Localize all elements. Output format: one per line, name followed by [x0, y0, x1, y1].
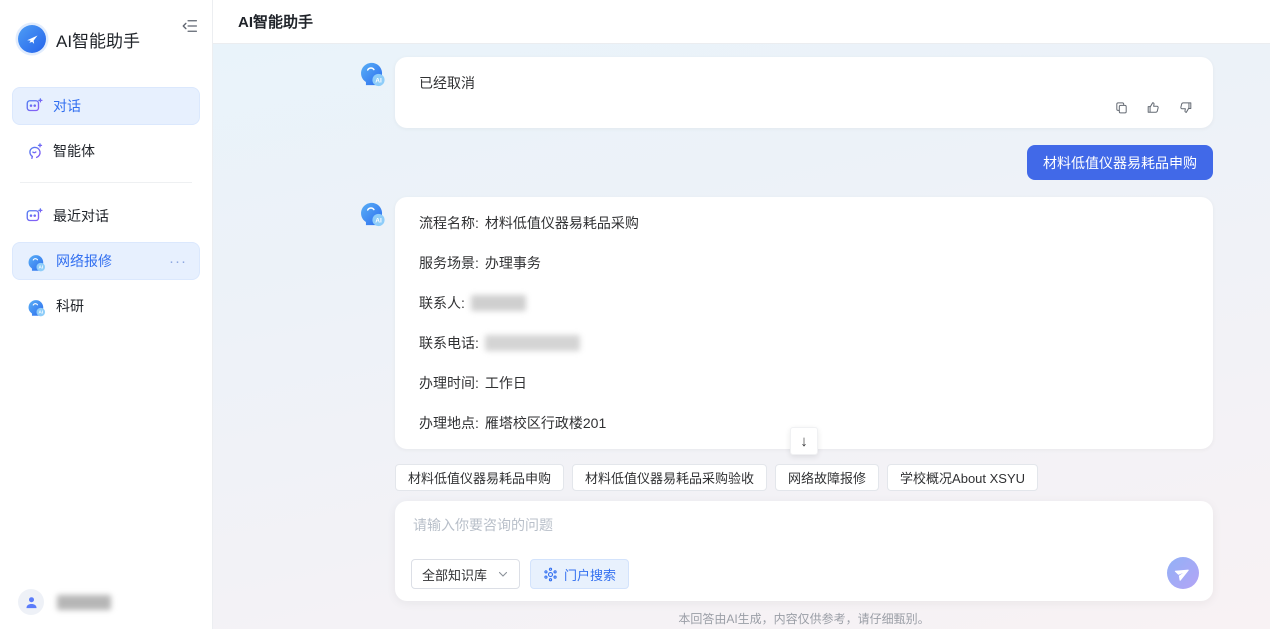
user-message-bubble[interactable]: 材料低值仪器易耗品申购	[1027, 145, 1213, 180]
sidebar-item-label: 智能体	[53, 141, 95, 161]
contact-name-redacted	[471, 295, 526, 311]
agent-head-icon	[25, 142, 43, 160]
process-line: 流程名称: 材料低值仪器易耗品采购	[419, 203, 1189, 243]
svg-text:AI: AI	[38, 309, 43, 314]
process-line: 联系人:	[419, 283, 1189, 323]
app-window: AI智能助手 对话 智能体	[0, 0, 1270, 629]
ai-message-card: 已经取消	[395, 57, 1213, 128]
suggestion-chip[interactable]: 学校概况About XSYU	[887, 464, 1038, 491]
conversation-label: 科研	[56, 296, 84, 316]
user-profile[interactable]	[18, 589, 111, 615]
sidebar-item-agents[interactable]: 智能体	[12, 132, 200, 170]
ai-message-card: 流程名称: 材料低值仪器易耗品采购 服务场景: 办理事务 联系人: 联系电话:	[395, 197, 1213, 449]
ai-message-text: 已经取消	[419, 75, 475, 91]
input-controls: 全部知识库 门户搜索	[411, 559, 629, 589]
process-line: 联系电话:	[419, 323, 1189, 363]
collapse-sidebar-icon[interactable]	[181, 17, 201, 37]
conversation-item-research[interactable]: AI 科研	[12, 287, 200, 325]
paper-plane-icon	[1172, 562, 1194, 584]
page-title: AI智能助手	[238, 11, 313, 32]
message-actions	[1114, 100, 1193, 115]
svg-text:AI: AI	[375, 217, 382, 224]
suggestion-chip[interactable]: 网络故障报修	[775, 464, 879, 491]
svg-text:AI: AI	[38, 264, 43, 269]
ai-message: AI 已经取消	[356, 57, 1213, 128]
arrow-down-icon: ↓	[800, 433, 808, 450]
suggestion-chip[interactable]: 材料低值仪器易耗品申购	[395, 464, 564, 491]
chevron-down-icon	[497, 568, 509, 580]
conversation-item-network-repair[interactable]: AI 网络报修 ···	[12, 242, 200, 280]
sidebar-divider	[20, 182, 192, 183]
sidebar-item-label: 对话	[53, 96, 81, 116]
user-name-redacted	[57, 595, 111, 610]
ai-disclaimer: 本回答由AI生成，内容仅供参考，请仔细甄别。	[395, 601, 1213, 627]
process-line: 服务场景: 办理事务	[419, 243, 1189, 283]
ai-avatar-icon: AI	[25, 296, 46, 317]
sidebar-item-chat[interactable]: 对话	[12, 87, 200, 125]
main-panel: AI智能助手 AI 已经取消	[213, 0, 1270, 629]
recent-chats-icon	[25, 207, 43, 225]
ai-message: AI 流程名称: 材料低值仪器易耗品采购 服务场景: 办理事务 联系人:	[356, 197, 1213, 449]
more-icon[interactable]: ···	[169, 254, 187, 269]
user-message-row: 材料低值仪器易耗品申购	[356, 145, 1213, 180]
copy-icon[interactable]	[1114, 100, 1129, 115]
ai-avatar-icon: AI	[356, 197, 386, 227]
sidebar: AI智能助手 对话 智能体	[0, 0, 213, 629]
thumbs-up-icon[interactable]	[1146, 100, 1161, 115]
chat-bubble-plus-icon	[25, 97, 43, 115]
conversation-label: 网络报修	[56, 251, 112, 271]
chat-input[interactable]	[413, 515, 1125, 557]
suggestion-chip[interactable]: 材料低值仪器易耗品采购验收	[572, 464, 767, 491]
contact-phone-redacted	[485, 335, 580, 351]
app-title: AI智能助手	[56, 27, 140, 52]
process-line: 办理时间: 工作日	[419, 363, 1189, 403]
user-avatar-icon	[18, 589, 44, 615]
sidebar-nav: 对话 智能体 最近对话	[0, 87, 212, 325]
main-header: AI智能助手	[213, 0, 1270, 44]
portal-search-button[interactable]: 门户搜索	[530, 559, 629, 589]
ai-avatar-icon: AI	[25, 251, 46, 272]
scroll-down-button[interactable]: ↓	[790, 427, 818, 455]
ai-avatar-icon: AI	[356, 57, 386, 87]
sidebar-item-recent-chats[interactable]: 最近对话	[12, 197, 200, 235]
send-button[interactable]	[1167, 557, 1199, 589]
chat-area: AI 已经取消	[213, 44, 1270, 629]
chat-input-card: 全部知识库 门户搜索	[395, 501, 1213, 601]
thumbs-down-icon[interactable]	[1178, 100, 1193, 115]
svg-text:AI: AI	[375, 77, 382, 84]
suggestion-chips: 材料低值仪器易耗品申购 材料低值仪器易耗品采购验收 网络故障报修 学校概况Abo…	[395, 464, 1213, 491]
app-logo-icon	[18, 25, 46, 53]
sidebar-item-label: 最近对话	[53, 206, 109, 226]
portal-hub-icon	[543, 567, 558, 582]
knowledge-base-select[interactable]: 全部知识库	[411, 559, 520, 589]
